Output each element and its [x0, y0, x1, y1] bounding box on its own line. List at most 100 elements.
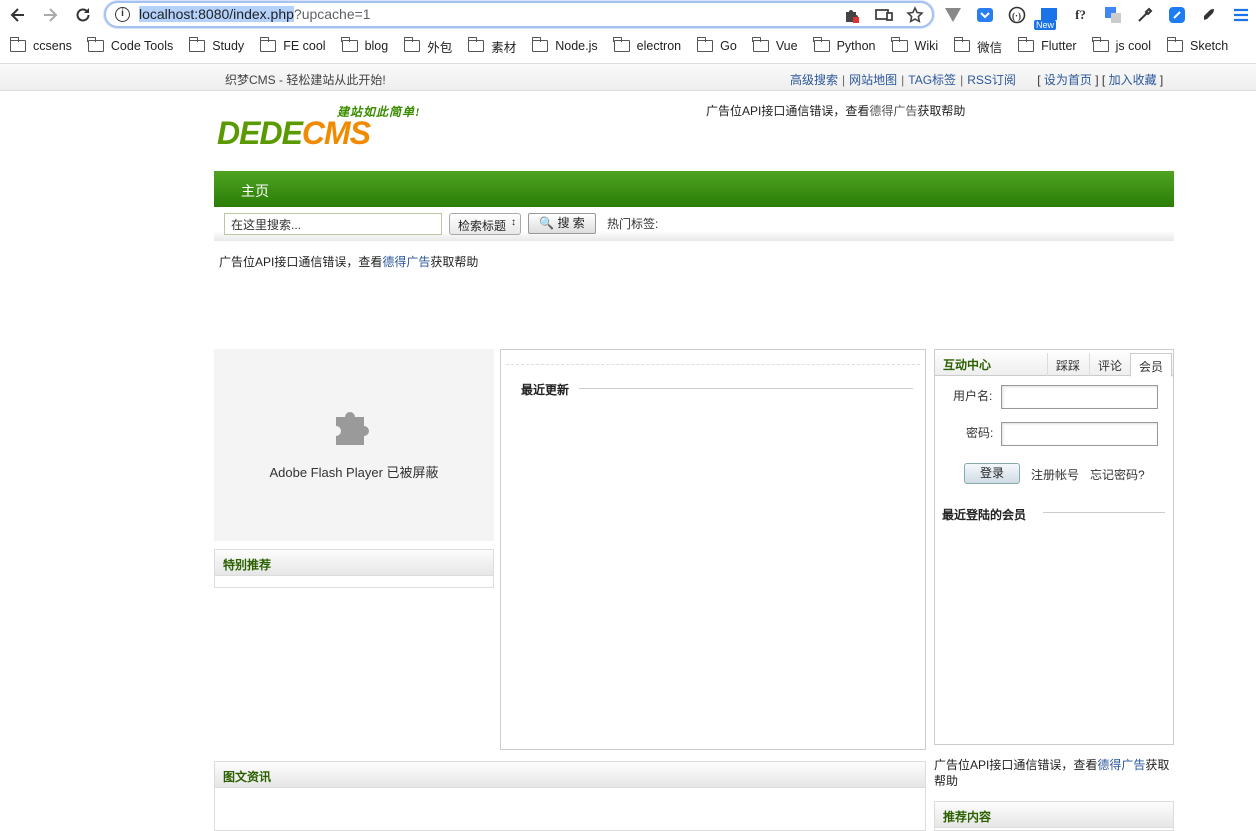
password-label: 密码: — [966, 426, 994, 440]
dedecms-logo[interactable]: 建站如此简单! DEDECMS — [215, 101, 430, 157]
tag-link[interactable]: TAG标签 — [908, 73, 956, 87]
bookmark-folder[interactable]: Vue — [752, 35, 798, 57]
bookmark-folder[interactable]: blog — [341, 35, 389, 57]
site-info-icon[interactable]: i — [115, 7, 130, 22]
header-ad-error: 广告位API接口通信错误，查看德得广告获取帮助 — [706, 104, 966, 118]
bookmarks-bar: ccsens Code Tools Study FE cool blog 外包 … — [0, 35, 1256, 57]
forgot-password-link[interactable]: 忘记密码? — [1090, 466, 1145, 483]
search-type-select[interactable]: 检索标题 — [449, 213, 521, 235]
add-favorite-link[interactable]: 加入收藏 — [1109, 73, 1157, 87]
bookmark-label: Sketch — [1190, 39, 1229, 53]
folder-icon — [1092, 37, 1109, 52]
bookmark-folder[interactable]: Node.js — [531, 35, 598, 57]
new-extension-icon[interactable]: New — [1034, 4, 1059, 30]
menu-ext-icon[interactable] — [1230, 4, 1251, 25]
interaction-title: 互动中心 — [943, 358, 992, 372]
logo-text-cms: CMS — [301, 115, 371, 151]
bookmark-folder[interactable]: electron — [613, 35, 681, 57]
username-field[interactable] — [1001, 385, 1158, 409]
bookmark-folder[interactable]: 外包 — [403, 35, 453, 57]
svg-text:(·): (·) — [1012, 11, 1021, 21]
folder-icon — [1017, 37, 1035, 52]
url-text[interactable]: localhost:8080/index.php?upcache=1 — [139, 6, 371, 22]
cast-icon[interactable] — [874, 6, 893, 24]
folder-icon — [87, 37, 104, 52]
ad-help-link[interactable]: 德得广告 — [869, 104, 917, 118]
tab-member[interactable]: 会员 — [1130, 353, 1173, 377]
bookmark-folder[interactable]: 微信 — [953, 35, 1003, 57]
password-field[interactable] — [1001, 422, 1158, 446]
back-icon[interactable] — [6, 3, 30, 27]
bookmark-label: Study — [212, 39, 245, 53]
folder-icon — [341, 37, 358, 52]
folder-icon — [403, 37, 421, 52]
site-topbar: 织梦CMS - 轻松建站从此开始! 高级搜索 | 网站地图 | TAG标签 | RSS订阅 … — [0, 64, 1256, 91]
folder-icon — [613, 37, 630, 52]
recommend-title: 推荐内容 — [935, 802, 1173, 828]
search-button-label: 搜 索 — [557, 216, 585, 230]
code-ext-icon[interactable]: (·) — [1006, 4, 1027, 25]
reload-icon[interactable] — [71, 3, 95, 27]
pocket-icon[interactable] — [974, 4, 995, 25]
vue-devtools-icon[interactable] — [942, 4, 963, 25]
translate-icon[interactable] — [1102, 4, 1123, 25]
recent-updates-panel: 最近更新 — [500, 349, 926, 750]
register-link[interactable]: 注册帐号 — [1031, 466, 1079, 483]
folder-icon — [752, 37, 769, 52]
search-icon: 🔍 — [539, 216, 555, 230]
bookmark-folder[interactable]: ccsens — [9, 35, 72, 57]
bookmark-folder[interactable]: Flutter — [1017, 35, 1077, 57]
tab-caicai[interactable]: 踩踩 — [1047, 353, 1088, 376]
bookmark-folder[interactable]: Study — [188, 35, 245, 57]
login-button[interactable]: 登录 — [964, 463, 1020, 484]
set-home-link[interactable]: 设为首页 — [1044, 73, 1092, 87]
search-bar: 检索标题 🔍 搜 索 热门标签: — [214, 207, 1174, 241]
bookmark-folder[interactable]: Python — [813, 35, 876, 57]
search-button[interactable]: 🔍 搜 索 — [528, 213, 596, 234]
bookmark-label: 外包 — [427, 40, 453, 55]
bookmark-label: blog — [364, 39, 389, 53]
bookmark-star-icon[interactable] — [906, 6, 924, 24]
bookmark-folder[interactable]: Wiki — [891, 35, 938, 57]
search-input[interactable] — [224, 213, 442, 235]
ad-help-link[interactable]: 德得广告 — [382, 255, 430, 269]
bookmark-folder[interactable]: FE cool — [259, 35, 326, 57]
folder-icon — [188, 37, 206, 52]
color-picker-icon[interactable] — [1134, 4, 1155, 25]
recommend-box: 推荐内容 — [934, 801, 1174, 831]
advanced-search-link[interactable]: 高级搜索 — [790, 73, 838, 87]
interaction-center: 互动中心 踩踩 评论 会员 用户名: 密码: 登录 注册帐号 忘记密码? 最近登… — [934, 349, 1174, 745]
rocket-icon[interactable] — [1198, 4, 1219, 25]
bookmark-folder[interactable]: 素材 — [467, 35, 517, 57]
bookmark-folder[interactable]: js cool — [1092, 35, 1152, 57]
ad-help-link[interactable]: 德得广告 — [1097, 758, 1145, 772]
bookmark-label: 微信 — [977, 40, 1003, 55]
bookmark-folder[interactable]: Go — [696, 35, 737, 57]
address-bar[interactable]: i localhost:8080/index.php?upcache=1 — [104, 1, 934, 28]
recent-members-title: 最近登陆的会员 — [942, 508, 1027, 522]
banner-ad-error: 广告位API接口通信错误，查看德得广告获取帮助 — [219, 255, 479, 269]
bookmark-label: 素材 — [491, 40, 517, 55]
special-recommend-title: 特别推荐 — [215, 550, 493, 576]
folder-icon — [1166, 37, 1184, 52]
bookmark-folder[interactable]: Code Tools — [87, 35, 174, 57]
bookmark-folder[interactable]: Sketch — [1166, 35, 1229, 57]
sitemap-link[interactable]: 网站地图 — [849, 73, 897, 87]
bookmark-label: Go — [720, 39, 737, 53]
flash-blocked-panel[interactable]: Adobe Flash Player 已被屏蔽 — [214, 349, 494, 541]
bookmark-label: FE cool — [283, 39, 326, 53]
font-ext-icon[interactable]: f? — [1070, 4, 1091, 25]
folder-icon — [467, 37, 485, 52]
recent-updates-title: 最近更新 — [521, 383, 570, 397]
sidebar-ad-error: 广告位API接口通信错误，查看德得广告获取 帮助 — [934, 758, 1170, 788]
blue-ext-icon[interactable] — [1166, 4, 1187, 25]
tab-comments[interactable]: 评论 — [1089, 353, 1130, 376]
bookmark-label: Code Tools — [110, 39, 174, 53]
forward-icon[interactable] — [38, 3, 62, 27]
rss-link[interactable]: RSS订阅 — [967, 73, 1016, 87]
bookmark-label: Vue — [775, 39, 798, 53]
bookmark-label: js cool — [1115, 39, 1152, 53]
nav-home[interactable]: 主页 — [241, 181, 269, 201]
extension-blocked-icon[interactable] — [842, 6, 860, 24]
bookmark-label: Node.js — [555, 39, 598, 53]
